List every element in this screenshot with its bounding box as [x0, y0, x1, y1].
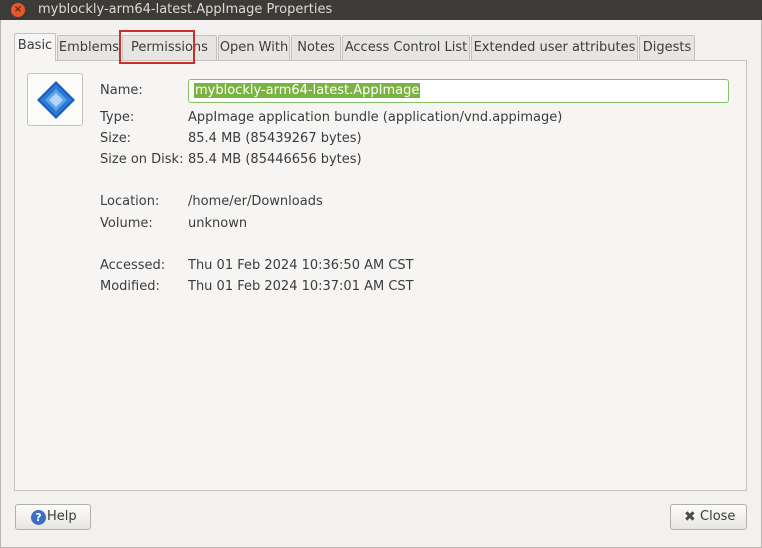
tab-access-control-list[interactable]: Access Control List: [342, 35, 470, 60]
title-bar: × myblockly-arm64-latest.AppImage Proper…: [0, 0, 762, 20]
location-label: Location:: [100, 194, 160, 209]
volume-value: unknown: [188, 216, 248, 231]
help-icon: ?: [31, 510, 46, 525]
name-label: Name:: [100, 83, 143, 98]
modified-value: Thu 01 Feb 2024 10:37:01 AM CST: [188, 279, 414, 294]
tab-notes[interactable]: Notes: [291, 35, 341, 60]
tab-basic[interactable]: Basic: [14, 33, 56, 61]
volume-label: Volume:: [100, 216, 153, 231]
size-label: Size:: [100, 131, 132, 146]
properties-dialog: Basic Emblems Permissions Open With Note…: [0, 20, 762, 548]
size-on-disk-value: 85.4 MB (85446656 bytes): [188, 152, 362, 167]
tab-permissions[interactable]: Permissions: [122, 35, 217, 60]
help-button-label: Help: [47, 509, 77, 524]
file-name-input[interactable]: myblockly-arm64-latest.AppImage: [188, 79, 729, 103]
size-on-disk-label: Size on Disk:: [100, 152, 184, 167]
window-close-icon[interactable]: ×: [11, 3, 25, 17]
type-label: Type:: [100, 110, 135, 125]
tab-digests[interactable]: Digests: [639, 35, 695, 60]
basic-tab-panel: Name: myblockly-arm64-latest.AppImage Ty…: [14, 60, 747, 491]
close-button[interactable]: ✖ Close: [670, 504, 747, 530]
accessed-label: Accessed:: [100, 258, 166, 273]
window-title: myblockly-arm64-latest.AppImage Properti…: [38, 2, 333, 17]
location-value: /home/er/Downloads: [188, 194, 323, 209]
type-value: AppImage application bundle (application…: [188, 110, 563, 125]
file-name-selected-text[interactable]: myblockly-arm64-latest.AppImage: [194, 83, 421, 98]
modified-label: Modified:: [100, 279, 160, 294]
help-button[interactable]: ? Help: [15, 504, 91, 530]
file-icon-button[interactable]: [27, 73, 83, 126]
appimage-file-icon: [37, 81, 75, 119]
close-icon: ✖: [684, 509, 696, 525]
tab-emblems[interactable]: Emblems: [57, 35, 121, 60]
size-value: 85.4 MB (85439267 bytes): [188, 131, 362, 146]
tab-extended-user-attributes[interactable]: Extended user attributes: [471, 35, 638, 60]
accessed-value: Thu 01 Feb 2024 10:36:50 AM CST: [188, 258, 414, 273]
close-button-label: Close: [700, 509, 736, 524]
tab-open-with[interactable]: Open With: [218, 35, 290, 60]
